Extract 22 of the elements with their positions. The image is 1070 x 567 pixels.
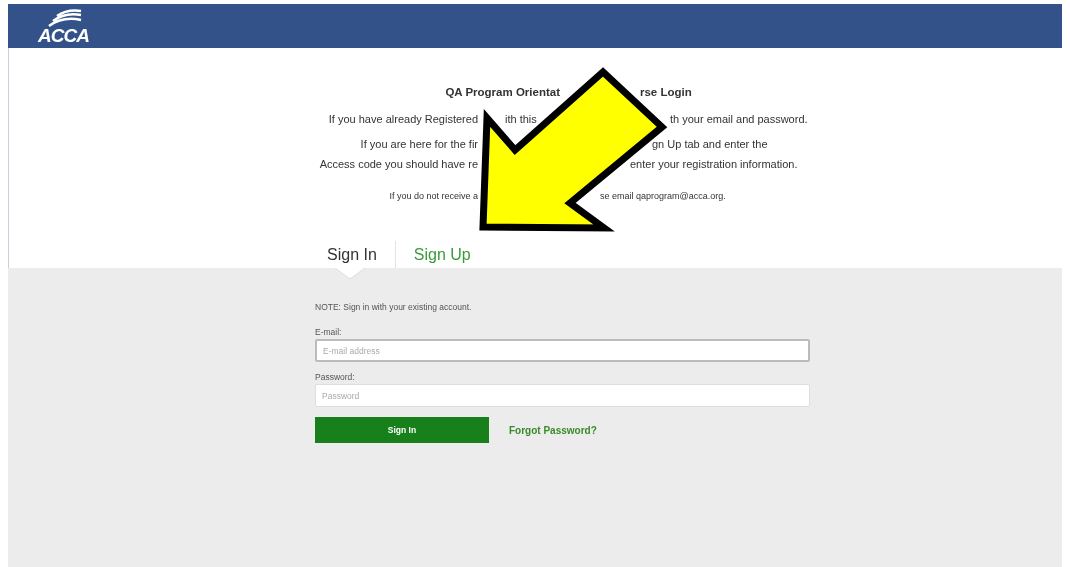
intro-text: If you have already Registered [328, 113, 478, 126]
input-field[interactable]: Password [315, 384, 810, 407]
intro-text: enter your registration information. [630, 158, 798, 171]
note-text: NOTE: Sign in with your existing account. [315, 302, 473, 312]
intro-text: gn Up tab and enter the [652, 138, 768, 151]
intro-text: th your email and password. [670, 113, 808, 126]
intro-text: rse Login [640, 86, 692, 99]
input-field[interactable]: E-mail address [315, 339, 810, 362]
intro-text: se email qaprogram@acca.org. [600, 190, 726, 203]
tab-pointer-icon [335, 268, 365, 280]
intro-text: QA Program Orientat [445, 86, 560, 99]
logo-text: ACCA [38, 26, 89, 46]
intro-text: If you do not receive a [389, 190, 478, 203]
tab[interactable]: Sign Up [413, 246, 471, 264]
tab[interactable]: Sign In [327, 246, 377, 264]
field-label: Password: [315, 372, 356, 382]
intro-text: Access code you should have re [319, 158, 478, 171]
intro-text: ith this [505, 113, 537, 126]
intro-text: If you are here for the fir [360, 138, 478, 151]
forgot-password-link[interactable]: Forgot Password? [509, 424, 597, 436]
field-label: E-mail: [315, 327, 343, 337]
sign-in-button[interactable]: Sign In [315, 417, 489, 443]
